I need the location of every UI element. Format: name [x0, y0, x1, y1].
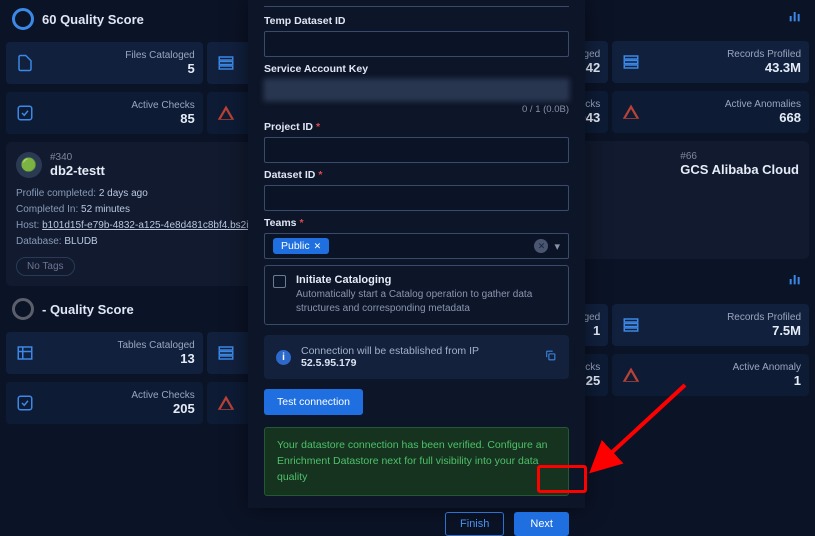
initiate-cataloging-option[interactable]: Initiate Cataloging Automatically start …	[264, 265, 569, 325]
stat-active-anomaly[interactable]: Active Anomaly1	[612, 354, 809, 396]
modal-footer: Finish Next	[264, 502, 569, 536]
temp-dataset-label: Temp Dataset ID	[264, 15, 569, 27]
stat-files-cataloged[interactable]: Files Cataloged5	[6, 42, 203, 84]
stat-active-checks[interactable]: Active Checks205	[6, 382, 203, 424]
divider	[264, 6, 569, 7]
stat-label: Records Profiled	[647, 312, 801, 323]
chart-icon[interactable]	[787, 271, 803, 292]
stat-label: Tables Cataloged	[41, 340, 195, 351]
card-id: #340	[50, 152, 105, 163]
form-group-temp-dataset: Temp Dataset ID	[264, 15, 569, 57]
stat-value: 7.5M	[647, 323, 801, 338]
stat-label: Active Anomalies	[647, 99, 801, 110]
quality-score-text: - Quality Score	[42, 302, 134, 317]
form-group-dataset-id: Dataset ID*	[264, 169, 569, 211]
stat-value: 13	[41, 351, 195, 366]
score-circle-icon	[12, 298, 34, 320]
test-connection-button[interactable]: Test connection	[264, 389, 363, 415]
form-group-service-account-key: Service Account Key 0 / 1 (0.0B)	[264, 63, 569, 115]
teams-select[interactable]: Public✕ ✕ ▾	[264, 233, 569, 259]
datastore-config-modal: Temp Dataset ID Service Account Key 0 / …	[248, 0, 585, 508]
connection-ip-banner: i Connection will be established from IP…	[264, 335, 569, 379]
quality-score-text: 60 Quality Score	[42, 12, 144, 27]
stat-value: 1	[647, 373, 801, 388]
list-icon	[215, 342, 237, 364]
temp-dataset-input[interactable]	[264, 31, 569, 57]
chart-icon[interactable]	[787, 8, 803, 29]
form-group-teams: Teams* Public✕ ✕ ▾	[264, 217, 569, 259]
dataset-id-label: Dataset ID*	[264, 169, 569, 181]
stat-label: Active Checks	[41, 100, 195, 111]
initiate-cataloging-desc: Automatically start a Catalog operation …	[296, 288, 560, 316]
project-id-label: Project ID*	[264, 121, 569, 133]
team-chip-public[interactable]: Public✕	[273, 238, 329, 254]
stat-value: 5	[41, 61, 195, 76]
stat-tables-cataloged[interactable]: Tables Cataloged13	[6, 332, 203, 374]
chevron-down-icon[interactable]: ▾	[554, 240, 560, 253]
card-title: db2-testt	[50, 163, 105, 178]
avatar: 🟢	[16, 152, 42, 178]
next-button[interactable]: Next	[514, 512, 569, 536]
table-icon	[14, 342, 36, 364]
warning-icon	[215, 392, 237, 414]
card-id: #66	[680, 151, 799, 162]
initiate-cataloging-checkbox[interactable]	[273, 275, 286, 288]
score-circle-icon	[12, 8, 34, 30]
stat-value: 205	[41, 401, 195, 416]
stat-label: Records Profiled	[647, 49, 801, 60]
info-icon: i	[276, 350, 291, 365]
stat-records-profiled[interactable]: Records Profiled43.3M	[612, 41, 809, 83]
project-id-input[interactable]	[264, 137, 569, 163]
stat-active-checks[interactable]: Active Checks85	[6, 92, 203, 134]
stat-active-anomalies[interactable]: Active Anomalies668	[612, 91, 809, 133]
warning-icon	[620, 364, 642, 386]
connection-success-message: Your datastore connection has been verif…	[264, 427, 569, 496]
info-text: Connection will be established from IP 5…	[301, 345, 534, 369]
stat-label: Active Checks	[41, 390, 195, 401]
stat-value: 668	[647, 110, 801, 125]
card-title: GCS Alibaba Cloud	[680, 162, 799, 177]
warning-icon	[620, 101, 642, 123]
list-icon	[215, 52, 237, 74]
initiate-cataloging-title: Initiate Cataloging	[296, 274, 560, 286]
clear-icon[interactable]: ✕	[534, 239, 548, 253]
stat-label: Files Cataloged	[41, 50, 195, 61]
list-icon	[620, 51, 642, 73]
stat-value: 43.3M	[647, 60, 801, 75]
list-icon	[620, 314, 642, 336]
copy-ip-icon[interactable]	[544, 349, 557, 365]
stat-label: Active Anomaly	[647, 362, 801, 373]
warning-icon	[215, 102, 237, 124]
stat-records-profiled[interactable]: Records Profiled7.5M	[612, 304, 809, 346]
check-icon	[14, 102, 36, 124]
chip-remove-icon[interactable]: ✕	[314, 241, 322, 252]
stat-value: 85	[41, 111, 195, 126]
service-account-key-label: Service Account Key	[264, 63, 569, 75]
service-account-key-upload[interactable]	[264, 79, 569, 101]
teams-label: Teams*	[264, 217, 569, 229]
file-icon	[14, 52, 36, 74]
dataset-id-input[interactable]	[264, 185, 569, 211]
check-icon	[14, 392, 36, 414]
form-group-project-id: Project ID*	[264, 121, 569, 163]
finish-button[interactable]: Finish	[445, 512, 504, 536]
file-counter: 0 / 1 (0.0B)	[264, 104, 569, 115]
no-tags-badge: No Tags	[16, 257, 75, 276]
